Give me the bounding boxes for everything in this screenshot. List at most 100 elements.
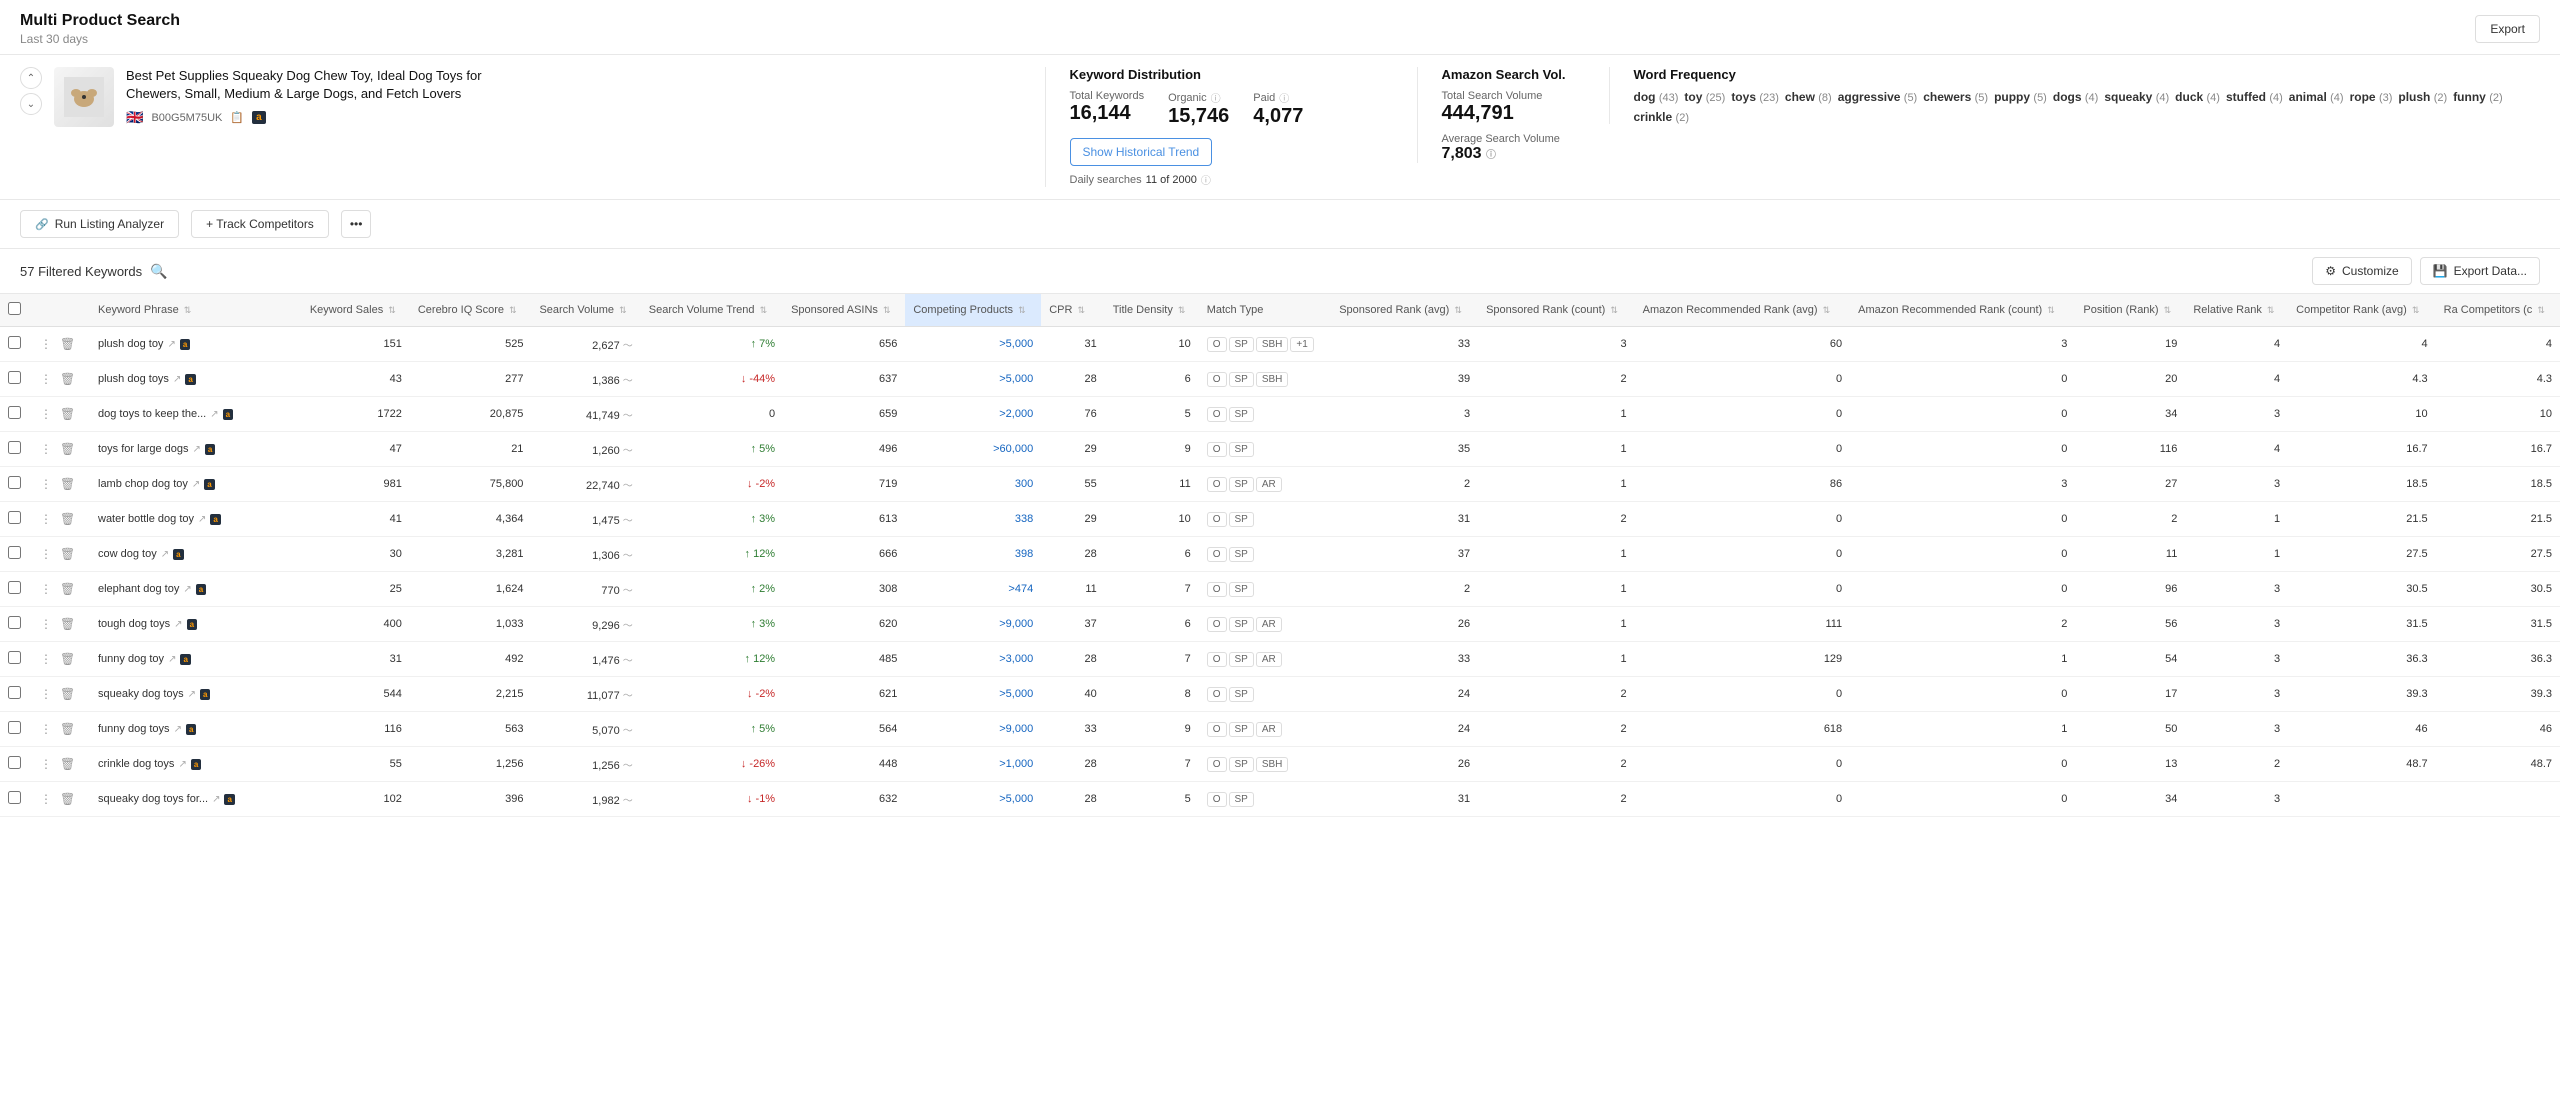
col-header-sponsored[interactable]: Sponsored ASINs ⇅	[783, 294, 905, 327]
row-checkbox[interactable]	[8, 651, 21, 664]
row-checkbox[interactable]	[8, 756, 21, 769]
keyword-link[interactable]: plush dog toy ↗ a	[98, 338, 294, 350]
col-header-competitor[interactable]: Competitor Rank (avg) ⇅	[2288, 294, 2436, 327]
run-listing-button[interactable]: 🔗 Run Listing Analyzer	[20, 210, 179, 238]
row-checkbox[interactable]	[8, 406, 21, 419]
row-menu-button[interactable]: ⋮	[38, 650, 54, 668]
row-menu-button[interactable]: ⋮	[38, 510, 54, 528]
col-header-amz-rec-avg[interactable]: Amazon Recommended Rank (avg) ⇅	[1635, 294, 1851, 327]
row-checkbox-cell[interactable]	[0, 432, 30, 467]
row-checkbox-cell[interactable]	[0, 362, 30, 397]
row-checkbox-cell[interactable]	[0, 327, 30, 362]
row-checkbox[interactable]	[8, 371, 21, 384]
copy-icon[interactable]: 📋	[230, 111, 244, 124]
row-delete-button[interactable]: 🗑	[58, 475, 77, 493]
export-top-button[interactable]: Export	[2475, 15, 2540, 43]
row-delete-button[interactable]: 🗑	[58, 580, 77, 598]
col-header-cerebro[interactable]: Cerebro IQ Score ⇅	[410, 294, 532, 327]
row-menu-button[interactable]: ⋮	[38, 720, 54, 738]
row-checkbox[interactable]	[8, 336, 21, 349]
row-menu-button[interactable]: ⋮	[38, 545, 54, 563]
row-checkbox-cell[interactable]	[0, 502, 30, 537]
show-historical-trend-button[interactable]: Show Historical Trend	[1070, 138, 1213, 166]
row-menu-button[interactable]: ⋮	[38, 615, 54, 633]
col-header-position[interactable]: Position (Rank) ⇅	[2075, 294, 2185, 327]
keyword-link[interactable]: elephant dog toy ↗ a	[98, 583, 294, 595]
row-menu-button[interactable]: ⋮	[38, 580, 54, 598]
row-delete-button[interactable]: 🗑	[58, 685, 77, 703]
customize-button[interactable]: ⚙ Customize	[2312, 257, 2411, 285]
row-checkbox-cell[interactable]	[0, 572, 30, 607]
col-header-competing[interactable]: Competing Products ⇅	[905, 294, 1041, 327]
keyword-link[interactable]: funny dog toys ↗ a	[98, 723, 294, 735]
row-checkbox[interactable]	[8, 581, 21, 594]
col-header-relative[interactable]: Relative Rank ⇅	[2185, 294, 2288, 327]
row-delete-button[interactable]: 🗑	[58, 755, 77, 773]
row-checkbox[interactable]	[8, 511, 21, 524]
row-checkbox[interactable]	[8, 476, 21, 489]
keyword-link[interactable]: plush dog toys ↗ a	[98, 373, 294, 385]
select-all-checkbox[interactable]	[8, 302, 21, 315]
row-delete-button[interactable]: 🗑	[58, 720, 77, 738]
keyword-link[interactable]: crinkle dog toys ↗ a	[98, 758, 294, 770]
col-header-kw-sales[interactable]: Keyword Sales ⇅	[302, 294, 410, 327]
row-delete-button[interactable]: 🗑	[58, 405, 77, 423]
row-checkbox-cell[interactable]	[0, 712, 30, 747]
row-menu-button[interactable]: ⋮	[38, 335, 54, 353]
row-checkbox-cell[interactable]	[0, 747, 30, 782]
keyword-link[interactable]: funny dog toy ↗ a	[98, 653, 294, 665]
row-delete-button[interactable]: 🗑	[58, 335, 77, 353]
col-header-amz-rec-cnt[interactable]: Amazon Recommended Rank (count) ⇅	[1850, 294, 2075, 327]
nav-next-button[interactable]: ⌄	[20, 93, 42, 115]
col-header-ra-comp[interactable]: Ra Competitors (c ⇅	[2436, 294, 2560, 327]
row-checkbox[interactable]	[8, 546, 21, 559]
col-header-sp-rank-avg[interactable]: Sponsored Rank (avg) ⇅	[1331, 294, 1478, 327]
row-delete-button[interactable]: 🗑	[58, 370, 77, 388]
track-competitors-button[interactable]: + Track Competitors	[191, 210, 329, 238]
row-checkbox-cell[interactable]	[0, 782, 30, 817]
row-menu-button[interactable]: ⋮	[38, 370, 54, 388]
keyword-link[interactable]: toys for large dogs ↗ a	[98, 443, 294, 455]
row-delete-button[interactable]: 🗑	[58, 615, 77, 633]
col-header-checkbox[interactable]	[0, 294, 30, 327]
keyword-link[interactable]: squeaky dog toys ↗ a	[98, 688, 294, 700]
row-checkbox[interactable]	[8, 721, 21, 734]
row-checkbox-cell[interactable]	[0, 677, 30, 712]
row-menu-button[interactable]: ⋮	[38, 685, 54, 703]
col-header-match[interactable]: Match Type	[1199, 294, 1331, 327]
row-checkbox-cell[interactable]	[0, 607, 30, 642]
row-delete-button[interactable]: 🗑	[58, 440, 77, 458]
export-data-button[interactable]: 💾 Export Data...	[2420, 257, 2540, 285]
row-checkbox-cell[interactable]	[0, 397, 30, 432]
keyword-link[interactable]: tough dog toys ↗ a	[98, 618, 294, 630]
col-header-sp-rank-cnt[interactable]: Sponsored Rank (count) ⇅	[1478, 294, 1635, 327]
col-header-cpr[interactable]: CPR ⇅	[1041, 294, 1105, 327]
keyword-link[interactable]: lamb chop dog toy ↗ a	[98, 478, 294, 490]
keyword-link[interactable]: dog toys to keep the... ↗ a	[98, 408, 294, 420]
row-delete-button[interactable]: 🗑	[58, 510, 77, 528]
row-delete-button[interactable]: 🗑	[58, 545, 77, 563]
keyword-link[interactable]: squeaky dog toys for... ↗ a	[98, 793, 294, 805]
nav-prev-button[interactable]: ⌃	[20, 67, 42, 89]
row-checkbox[interactable]	[8, 441, 21, 454]
row-menu-button[interactable]: ⋮	[38, 440, 54, 458]
row-menu-button[interactable]: ⋮	[38, 755, 54, 773]
row-menu-button[interactable]: ⋮	[38, 405, 54, 423]
row-menu-button[interactable]: ⋮	[38, 790, 54, 808]
row-checkbox[interactable]	[8, 791, 21, 804]
col-header-sv[interactable]: Search Volume ⇅	[531, 294, 640, 327]
col-header-title[interactable]: Title Density ⇅	[1105, 294, 1199, 327]
search-icon[interactable]: 🔍	[150, 263, 167, 280]
row-menu-button[interactable]: ⋮	[38, 475, 54, 493]
row-checkbox-cell[interactable]	[0, 642, 30, 677]
more-options-button[interactable]: •••	[341, 210, 372, 238]
row-checkbox-cell[interactable]	[0, 537, 30, 572]
keyword-link[interactable]: water bottle dog toy ↗ a	[98, 513, 294, 525]
row-delete-button[interactable]: 🗑	[58, 650, 77, 668]
col-header-keyword[interactable]: Keyword Phrase ⇅	[90, 294, 302, 327]
row-checkbox-cell[interactable]	[0, 467, 30, 502]
col-header-svt[interactable]: Search Volume Trend ⇅	[641, 294, 783, 327]
row-checkbox[interactable]	[8, 686, 21, 699]
row-checkbox[interactable]	[8, 616, 21, 629]
row-delete-button[interactable]: 🗑	[58, 790, 77, 808]
